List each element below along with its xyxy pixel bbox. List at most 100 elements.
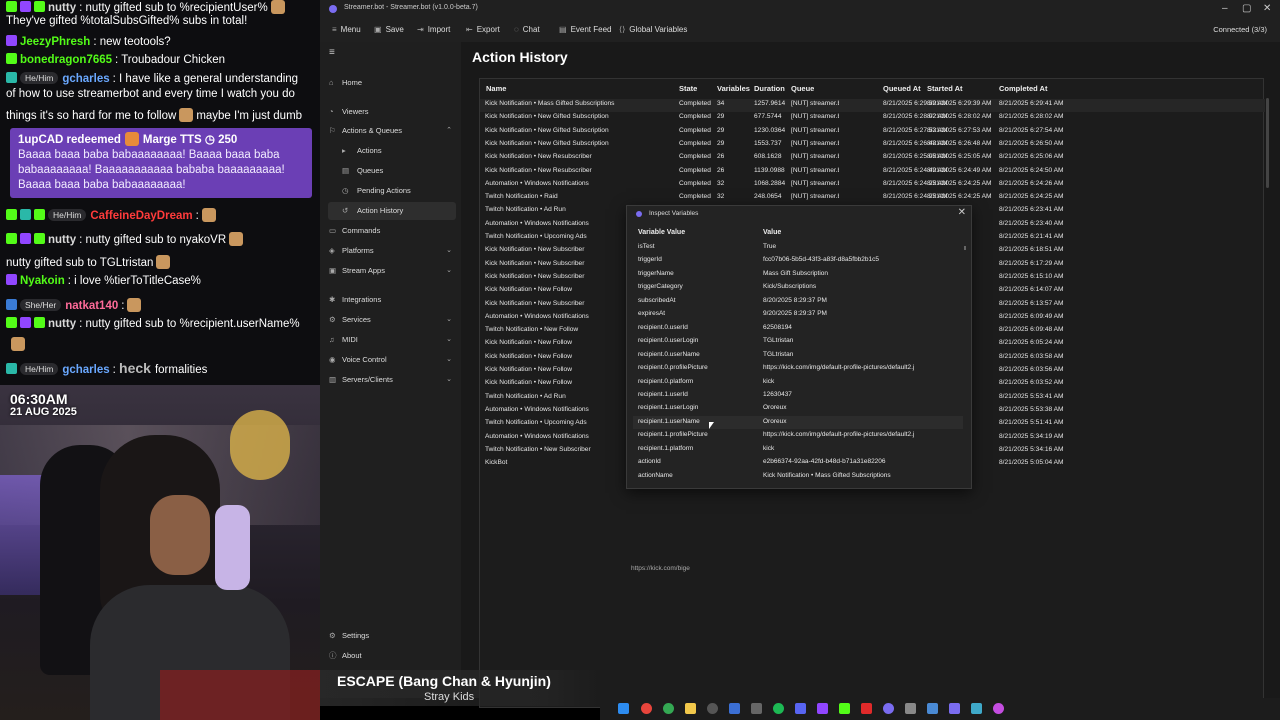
column-header[interactable]: Queue (791, 84, 814, 93)
event-feed-button[interactable]: ▤ Event Feed (559, 25, 611, 34)
sidebar-item-integrations[interactable]: ✱ Integrations (328, 291, 456, 309)
table-row[interactable]: Kick Notification • New Resubscriber Comp… (480, 152, 1265, 165)
chat-username[interactable]: JeezyPhresh (20, 36, 90, 48)
table-row[interactable]: Kick Notification • New Gifted Subscript… (480, 112, 1265, 125)
obs-icon[interactable] (707, 703, 718, 714)
app-icon[interactable] (993, 703, 1004, 714)
variable-row[interactable]: recipient.1.profilePicture https://kick.c… (633, 429, 963, 442)
column-header[interactable]: Queued At (883, 84, 921, 93)
chat-username[interactable]: gcharles (62, 73, 109, 85)
discord-icon[interactable] (795, 703, 806, 714)
sidebar-item-actions-queues[interactable]: ⚐ Actions & Queues ⌃ (328, 122, 456, 140)
export-button[interactable]: ⇤ Export (466, 25, 500, 34)
hamburger-menu-icon[interactable]: ≡ (329, 47, 335, 58)
column-header[interactable]: Duration (754, 84, 785, 93)
chat-button[interactable]: ◌ Chat (514, 25, 540, 34)
table-row[interactable]: Kick Notification • New Gifted Subscript… (480, 139, 1265, 152)
twitch-icon[interactable] (817, 703, 828, 714)
chevron-down-icon[interactable]: ⌄ (446, 262, 452, 280)
sidebar-item-commands[interactable]: ▭ Commands (328, 222, 456, 240)
chevron-down-icon[interactable]: ⌄ (446, 351, 452, 369)
variable-row[interactable]: expiresAt 9/20/2025 8:29:37 PM (633, 308, 963, 321)
app-icon[interactable] (883, 703, 894, 714)
app-icon[interactable] (729, 703, 740, 714)
variable-row[interactable]: subscribedAt 8/20/2025 8:29:37 PM (633, 295, 963, 308)
column-header-value[interactable]: Value (763, 229, 781, 236)
sidebar-item-action-history[interactable]: ↺ Action History (328, 202, 456, 220)
variable-row[interactable]: actionId e2b66374-92aa-42fd-b48d-b71a31e8… (633, 456, 963, 469)
chat-username[interactable]: nutty (48, 234, 76, 246)
table-row[interactable]: Kick Notification • New Resubscriber Comp… (480, 166, 1265, 179)
column-header[interactable]: Completed At (999, 84, 1047, 93)
chat-username[interactable]: nutty (48, 2, 76, 14)
maximize-button[interactable]: ▢ (1242, 3, 1251, 14)
column-header[interactable]: Started At (927, 84, 963, 93)
sidebar-item-queues[interactable]: ▤ Queues (328, 162, 456, 180)
browser-icon[interactable] (663, 703, 674, 714)
chevron-down-icon[interactable]: ⌄ (446, 311, 452, 329)
kick-icon[interactable] (839, 703, 850, 714)
variable-row[interactable]: recipient.0.userName TGLtristan (633, 349, 963, 362)
sidebar-item-settings[interactable]: ⚙ Settings (328, 627, 456, 645)
variable-row[interactable]: recipient.1.userId 12630437 (633, 389, 963, 402)
grid-scrollbar[interactable] (1266, 78, 1270, 708)
table-row[interactable]: Kick Notification • New Gifted Subscript… (480, 126, 1265, 139)
global-variables-button[interactable]: ⟨⟩ Global Variables (619, 25, 687, 34)
sidebar-item-about[interactable]: ⓘ About (328, 647, 456, 665)
file-explorer-icon[interactable] (685, 703, 696, 714)
sidebar-item-midi[interactable]: ♫ MIDI ⌄ (328, 331, 456, 349)
chat-username[interactable]: bonedragon7665 (20, 54, 112, 66)
connection-status[interactable]: Connected (3/3) (1213, 25, 1267, 34)
sidebar-item-pending-actions[interactable]: ◷ Pending Actions (328, 182, 456, 200)
sidebar-item-platforms[interactable]: ◈ Platforms ⌄ (328, 242, 456, 260)
sidebar-item-viewers[interactable]: ◔ Viewers (328, 103, 456, 121)
variable-row[interactable]: isTest True (633, 241, 963, 254)
chevron-down-icon[interactable]: ⌄ (446, 371, 452, 389)
variable-row[interactable]: actionName Kick Notification • Mass Gifte… (633, 470, 963, 483)
dialog-scrollbar[interactable] (964, 246, 966, 250)
variable-row[interactable]: recipient.1.platform kick (633, 443, 963, 456)
variable-row[interactable]: recipient.0.userId 62508194 (633, 322, 963, 335)
close-icon[interactable]: ✕ (958, 207, 966, 218)
chevron-down-icon[interactable]: ⌄ (446, 331, 452, 349)
column-header[interactable]: Name (486, 84, 506, 93)
streamerbot-taskbar-icon[interactable] (949, 703, 960, 714)
variable-row[interactable]: recipient.1.userLogin Ororeux (633, 402, 963, 415)
sidebar-item-voice-control[interactable]: ◉ Voice Control ⌄ (328, 351, 456, 369)
sidebar-item-servers-clients[interactable]: ▥ Servers/Clients ⌄ (328, 371, 456, 389)
variable-row[interactable]: triggerId fcc07b06-5b5d-43f3-a83f-d8a5fbb… (633, 254, 963, 267)
chat-username[interactable]: natkat140 (65, 300, 118, 312)
column-header[interactable]: State (679, 84, 697, 93)
variable-row[interactable]: recipient.0.profilePicture https://kick.c… (633, 362, 963, 375)
table-row[interactable]: Twitch Notification • Raid Completed 32 248… (480, 192, 1265, 205)
app-icon[interactable] (927, 703, 938, 714)
table-row[interactable]: Automation • Windows Notifications Comple… (480, 179, 1265, 192)
youtube-icon[interactable] (861, 703, 872, 714)
app-icon[interactable] (971, 703, 982, 714)
import-button[interactable]: ⇥ Import (417, 25, 450, 34)
column-header-variable[interactable]: Variable Value (638, 229, 685, 236)
variable-row[interactable]: recipient.0.platform kick (633, 376, 963, 389)
sidebar-item-stream-apps[interactable]: ▣ Stream Apps ⌄ (328, 262, 456, 280)
chat-username[interactable]: CaffeineDayDream (90, 210, 192, 222)
sidebar-item-services[interactable]: ⚙ Services ⌄ (328, 311, 456, 329)
column-header[interactable]: Variables (717, 84, 750, 93)
chat-username[interactable]: Nyakoin (20, 275, 65, 287)
menu-button[interactable]: ≡ Menu (332, 25, 361, 34)
close-window-button[interactable]: ✕ (1263, 3, 1271, 14)
variable-row[interactable]: triggerName Mass Gift Subscription (633, 268, 963, 281)
sidebar-item-actions[interactable]: ▸ Actions (328, 142, 456, 160)
chat-username[interactable]: gcharles (62, 364, 109, 376)
minimize-button[interactable]: – (1222, 3, 1228, 14)
chat-username[interactable]: nutty (48, 318, 76, 330)
start-icon[interactable] (618, 703, 629, 714)
app-icon[interactable] (751, 703, 762, 714)
table-row[interactable]: Kick Notification • Mass Gifted Subscrip… (480, 99, 1265, 113)
sidebar-item-home[interactable]: ⌂ Home (328, 74, 456, 92)
chevron-down-icon[interactable]: ⌄ (446, 242, 452, 260)
chevron-up-icon[interactable]: ⌃ (446, 122, 452, 140)
variable-row[interactable]: recipient.0.userLogin TGLtristan (633, 335, 963, 348)
spotify-icon[interactable] (773, 703, 784, 714)
variable-row[interactable]: recipient.1.userName Ororeux (633, 415, 963, 430)
app-icon[interactable] (905, 703, 916, 714)
